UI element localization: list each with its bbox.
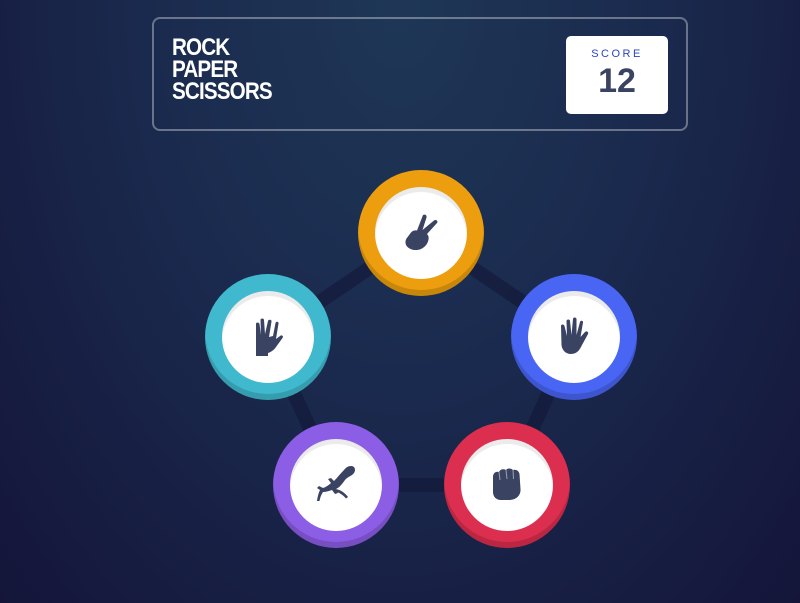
scissors-hand-icon [405,214,438,251]
spock-token-face [222,291,314,383]
lizard-token-face [290,439,382,531]
lizard-icon [317,466,355,501]
scissors-button[interactable] [358,170,484,296]
pentagon-background [261,226,581,492]
spock-hand-icon [256,318,283,356]
spock-button[interactable] [205,274,331,400]
rock-fist-icon [493,468,521,500]
paper-token-face [528,291,620,383]
game-board [0,0,800,603]
paper-button[interactable] [511,274,637,400]
rock-token-face [461,439,553,531]
scissors-token-face [375,187,467,279]
paper-hand-icon [561,317,589,354]
rock-button[interactable] [444,422,570,548]
lizard-button[interactable] [273,422,399,548]
